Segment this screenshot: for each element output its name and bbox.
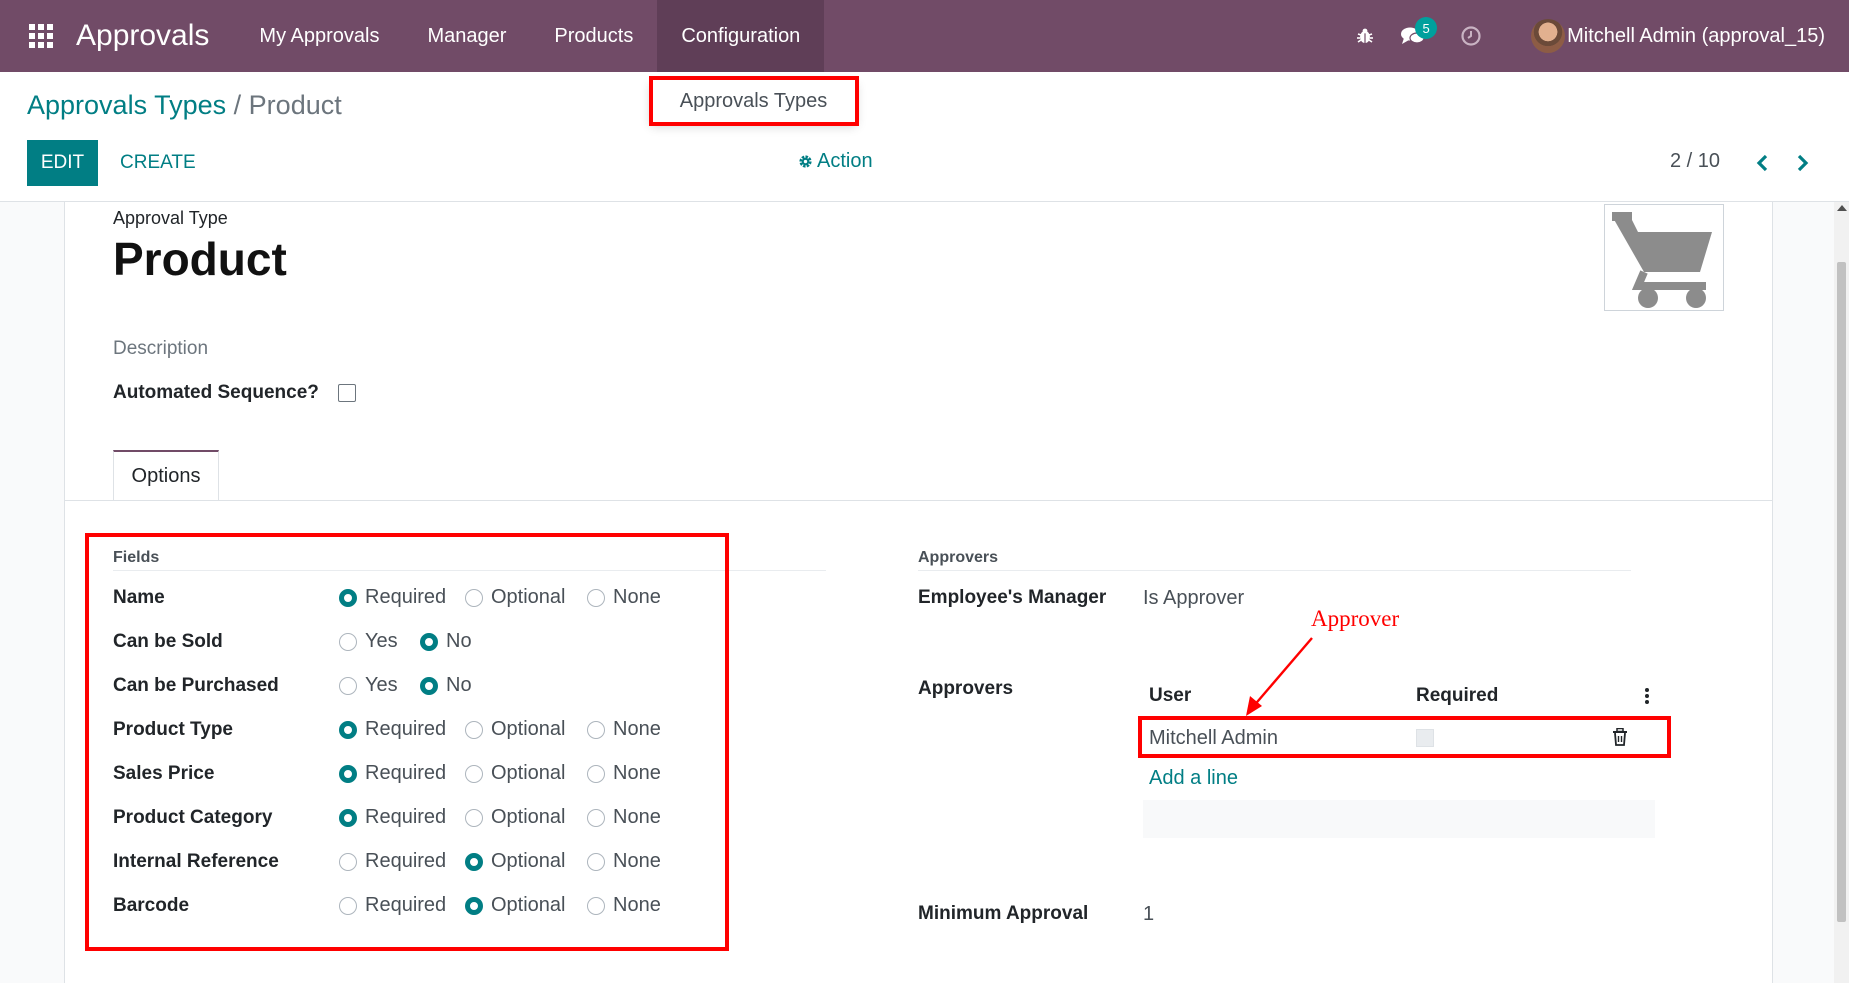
approval-type-image[interactable] xyxy=(1604,204,1724,311)
optional-columns-toggle[interactable] xyxy=(1640,686,1654,706)
automated-sequence-label: Automated Sequence? xyxy=(113,382,319,403)
highlight-dropdown-item xyxy=(649,76,859,126)
breadcrumb: Approvals Types / Product xyxy=(27,90,342,121)
navbar-systray: 5 Mitchell Admin (approval_15) xyxy=(1341,0,1849,72)
minimum-approval-label: Minimum Approval xyxy=(918,903,1089,924)
user-column-header[interactable]: User xyxy=(1149,685,1191,707)
pager-next-button[interactable] xyxy=(1788,148,1818,178)
breadcrumb-current: Product xyxy=(248,90,342,120)
tab-options[interactable]: Options xyxy=(113,450,219,501)
gear-icon xyxy=(799,155,812,168)
table-footer xyxy=(1143,800,1655,838)
user-menu[interactable]: Mitchell Admin (approval_15) xyxy=(1567,25,1825,48)
bug-icon[interactable] xyxy=(1345,16,1385,56)
edit-button[interactable]: EDIT xyxy=(27,140,98,186)
nav-my-approvals[interactable]: My Approvals xyxy=(235,0,403,72)
employee-manager-label: Employee's Manager xyxy=(918,587,1107,608)
pager-prev-button[interactable] xyxy=(1747,148,1777,178)
approvers-label: Approvers xyxy=(918,678,1014,699)
approval-type-name: Product xyxy=(113,233,287,285)
chevron-left-icon xyxy=(1756,154,1768,172)
employee-manager-value[interactable]: Is Approver xyxy=(1143,587,1244,610)
minimum-approval-value[interactable]: 1 xyxy=(1143,903,1154,926)
control-panel: Approvals Types / Product EDIT CREATE Ac… xyxy=(0,72,1849,202)
breadcrumb-separator: / xyxy=(233,90,242,120)
chevron-right-icon xyxy=(1797,154,1809,172)
required-column-header[interactable]: Required xyxy=(1416,685,1498,707)
app-brand[interactable]: Approvals xyxy=(76,19,209,53)
scroll-up-arrow[interactable] xyxy=(1837,205,1847,211)
annotation-arrow xyxy=(1246,637,1313,716)
approvers-group-divider xyxy=(918,570,1631,571)
top-navbar: Approvals My Approvals Manager Products … xyxy=(0,0,1849,72)
nav-menu: My Approvals Manager Products Configurat… xyxy=(235,0,825,72)
action-label: Action xyxy=(817,150,873,172)
approvers-group-title: Approvers xyxy=(918,549,999,566)
nav-manager[interactable]: Manager xyxy=(403,0,530,72)
nav-configuration[interactable]: Configuration xyxy=(657,0,825,72)
chat-icon[interactable]: 5 xyxy=(1393,16,1438,56)
action-button[interactable]: Action xyxy=(798,150,873,173)
tab-divider xyxy=(64,500,1773,501)
shopping-cart-icon xyxy=(1612,211,1712,308)
nav-products[interactable]: Products xyxy=(530,0,657,72)
messages-count-badge: 5 xyxy=(1415,17,1438,39)
add-a-line-link[interactable]: Add a line xyxy=(1149,767,1238,790)
breadcrumb-approvals-types[interactable]: Approvals Types xyxy=(27,90,226,120)
scrollbar-thumb[interactable] xyxy=(1837,262,1846,922)
apps-grid-icon[interactable] xyxy=(26,21,56,51)
create-button[interactable]: CREATE xyxy=(110,140,206,186)
approval-type-label: Approval Type xyxy=(113,208,228,228)
approver-annotation: Approver xyxy=(1311,606,1400,631)
user-avatar[interactable] xyxy=(1531,19,1566,53)
automated-sequence-checkbox[interactable] xyxy=(338,384,356,402)
highlight-approver-row xyxy=(1138,716,1671,758)
pager-value[interactable]: 2 / 10 xyxy=(1670,150,1720,173)
clock-icon[interactable] xyxy=(1451,16,1491,56)
highlight-fields-group xyxy=(85,533,729,951)
kebab-menu-icon xyxy=(1645,688,1649,704)
description-field[interactable]: Description xyxy=(113,338,208,360)
